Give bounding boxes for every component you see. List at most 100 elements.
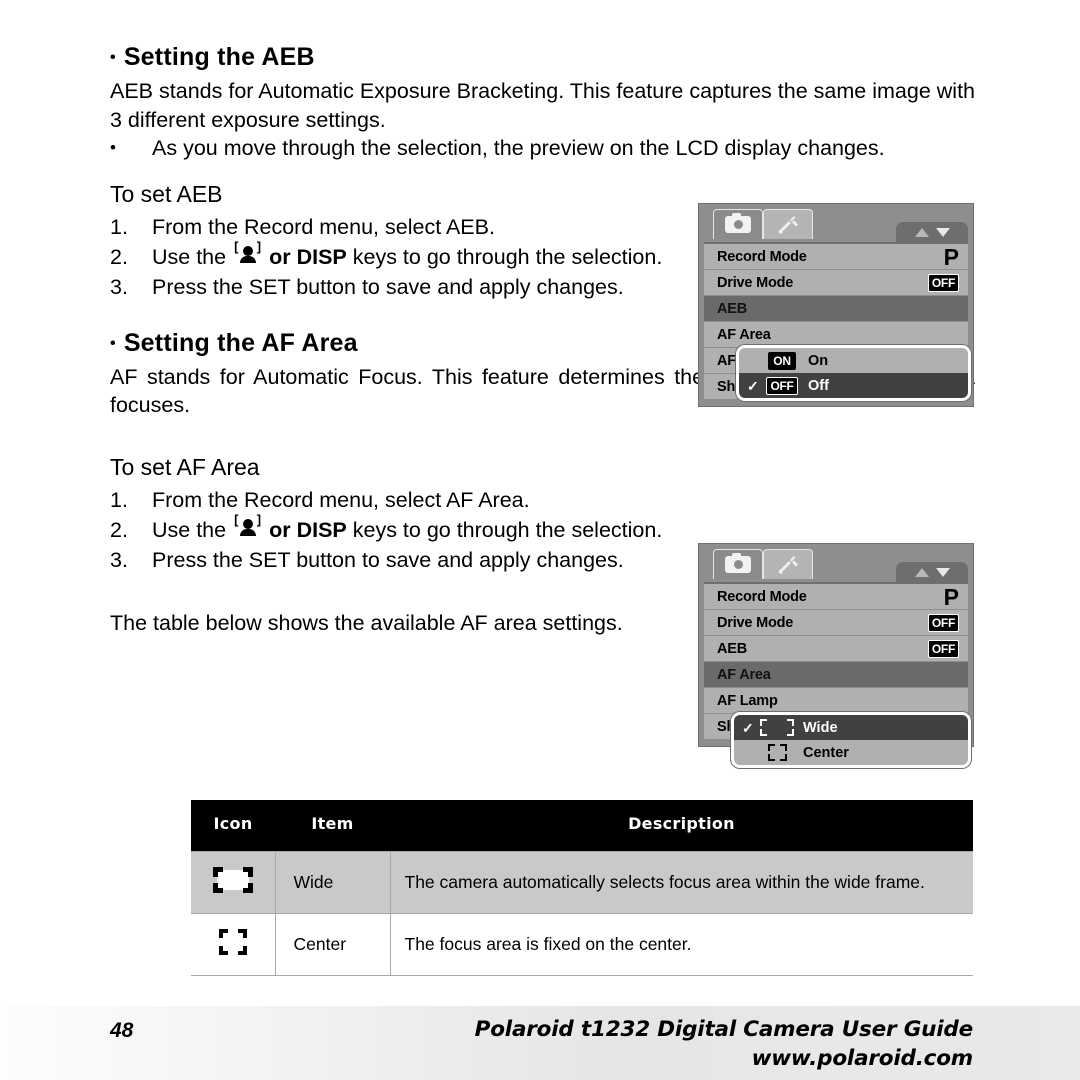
- lcd-tabs: [713, 549, 813, 579]
- tab-setup[interactable]: [763, 549, 813, 579]
- aeb-step-2: 2. Use the [ ] or DISP keys to go throug…: [110, 240, 685, 272]
- menu-row-value: P: [925, 583, 959, 610]
- lcd-scroll-indicator: [896, 222, 968, 242]
- menu-row-label: AF Lamp: [717, 692, 778, 709]
- aeb-intro-paragraph: AEB stands for Automatic Exposure Bracke…: [110, 79, 975, 132]
- program-mode-icon: P: [943, 583, 959, 610]
- menu-row-value: OFF: [925, 613, 959, 632]
- menu-row-label: AF Area: [717, 666, 771, 683]
- person-glyph-icon: [239, 518, 256, 536]
- table-cell-description: The camera automatically selects focus a…: [389, 851, 973, 914]
- camera-icon: [725, 212, 751, 233]
- aeb-option-popup: ON On ✓ OFF Off: [736, 345, 971, 401]
- disp-key-label: DISP: [296, 244, 347, 269]
- menu-row-aeb[interactable]: AEB OFF: [704, 636, 968, 662]
- lcd-screenshot-aeb: Record Mode P Drive Mode OFF AEB AF Area: [698, 203, 974, 407]
- table-header-icon: Icon: [191, 800, 275, 852]
- af-area-option-popup: ✓ Wide Center: [731, 712, 971, 768]
- table-cell-item: Wide: [274, 851, 391, 914]
- table-body: Wide The camera automatically selects fo…: [191, 851, 973, 976]
- table-row: Center The focus area is fixed on the ce…: [191, 913, 973, 976]
- note-bullet-icon: •: [110, 138, 116, 157]
- manual-page: • Setting the AEB AEB stands for Automati…: [0, 0, 1080, 1080]
- menu-row-record-mode[interactable]: Record Mode P: [704, 244, 968, 270]
- step-text: Press the SET button to save and apply c…: [152, 274, 624, 299]
- triangle-up-icon: [914, 567, 929, 577]
- checkmark-icon: ✓: [742, 719, 754, 736]
- focus-wide-icon: [212, 867, 253, 893]
- checkmark-icon: ✓: [747, 377, 759, 394]
- af-step-2: 2. Use the [ ] or DISP keys to go throug…: [110, 513, 685, 545]
- step-text: Use the [ ] or DISP keys to go through t…: [152, 240, 685, 272]
- lcd-tab-bar: [704, 549, 968, 582]
- aeb-note-row: • As you move through the selection, the…: [110, 134, 975, 163]
- table-cell-item: Center: [274, 913, 391, 976]
- triangle-down-icon: [935, 567, 950, 577]
- footer-url[interactable]: www.polaroid.com: [752, 1046, 974, 1071]
- popup-option-center[interactable]: Center: [734, 740, 968, 765]
- aeb-step-3: 3. Press the SET button to save and appl…: [110, 272, 685, 302]
- menu-row-value: OFF: [925, 273, 959, 292]
- menu-row-af-lamp[interactable]: AF Lamp: [704, 688, 968, 714]
- step-text-before: Use the: [152, 517, 227, 542]
- step-text-mid: or: [269, 517, 291, 542]
- focus-wide-icon-wrap: [757, 719, 797, 736]
- focus-center-icon: [767, 744, 787, 761]
- lcd-tabs: [713, 209, 813, 239]
- triangle-down-icon: [935, 227, 950, 237]
- popup-option-label: Off: [808, 377, 829, 394]
- menu-row-value: P: [925, 245, 959, 268]
- lcd-screenshot-af-area: Record Mode P Drive Mode OFF AEB OFF AF …: [698, 543, 974, 768]
- step-text: Press the SET button to save and apply c…: [152, 547, 624, 572]
- popup-option-label: Wide: [803, 719, 838, 736]
- menu-row-label: Record Mode: [717, 248, 807, 265]
- popup-option-label: On: [808, 352, 829, 369]
- bracket-right-icon: ]: [256, 511, 262, 527]
- step-text-after: keys to go through the selection.: [352, 517, 663, 542]
- popup-option-wide[interactable]: ✓ Wide: [734, 715, 968, 740]
- lcd-scroll-indicator: [896, 562, 968, 582]
- menu-row-aeb[interactable]: AEB: [704, 296, 968, 322]
- person-glyph-icon: [239, 245, 256, 263]
- menu-row-drive-mode[interactable]: Drive Mode OFF: [704, 610, 968, 636]
- table-cell-icon: [191, 913, 276, 976]
- popup-option-off[interactable]: ✓ OFF Off: [739, 373, 968, 398]
- tab-setup[interactable]: [763, 209, 813, 239]
- menu-row-value: OFF: [925, 639, 959, 658]
- tab-record-mode[interactable]: [713, 209, 763, 239]
- table-header-row: Icon Item Description: [191, 800, 973, 852]
- popup-option-on[interactable]: ON On: [739, 348, 968, 373]
- step-text-before: Use the: [152, 244, 227, 269]
- tab-record-mode[interactable]: [713, 549, 763, 579]
- section-heading-aeb-text: Setting the AEB: [123, 43, 315, 71]
- off-badge-icon: OFF: [927, 639, 959, 658]
- step-number: 3.: [110, 274, 128, 299]
- menu-row-label: Drive Mode: [717, 614, 794, 631]
- disp-key-label: DISP: [296, 517, 347, 542]
- menu-row-label: Record Mode: [717, 588, 807, 605]
- camera-person-key-icon: [ ]: [234, 513, 261, 540]
- aeb-note-text: As you move through the selection, the p…: [152, 136, 885, 160]
- page-footer: 48 Polaroid t1232 Digital Camera User Gu…: [0, 1006, 1080, 1080]
- step-number: 1.: [110, 214, 128, 239]
- aeb-step-1: 1. From the Record menu, select AEB.: [110, 212, 685, 242]
- section-heading-af-area-text: Setting the AF Area: [123, 328, 358, 357]
- af-subheading: To set AF Area: [110, 453, 260, 480]
- wrench-icon: [775, 214, 801, 235]
- menu-row-label: AF Area: [717, 326, 771, 343]
- camera-person-key-icon: [ ]: [234, 240, 261, 267]
- wrench-icon: [775, 554, 801, 575]
- on-badge-wrap: ON: [762, 351, 802, 370]
- on-badge-icon: ON: [768, 351, 796, 370]
- menu-row-drive-mode[interactable]: Drive Mode OFF: [704, 270, 968, 296]
- menu-row-label: AEB: [717, 640, 748, 657]
- off-badge-wrap: OFF: [762, 376, 802, 395]
- table-row: Wide The camera automatically selects fo…: [191, 851, 973, 914]
- step-text-after: keys to go through the selection.: [352, 244, 663, 269]
- table-cell-description: The focus area is fixed on the center.: [389, 913, 973, 976]
- menu-row-label: Drive Mode: [717, 274, 794, 291]
- footer-title: Polaroid t1232 Digital Camera User Guide: [474, 1017, 974, 1042]
- menu-row-record-mode[interactable]: Record Mode P: [704, 584, 968, 610]
- triangle-up-icon: [914, 227, 929, 237]
- menu-row-af-area[interactable]: AF Area: [704, 662, 968, 688]
